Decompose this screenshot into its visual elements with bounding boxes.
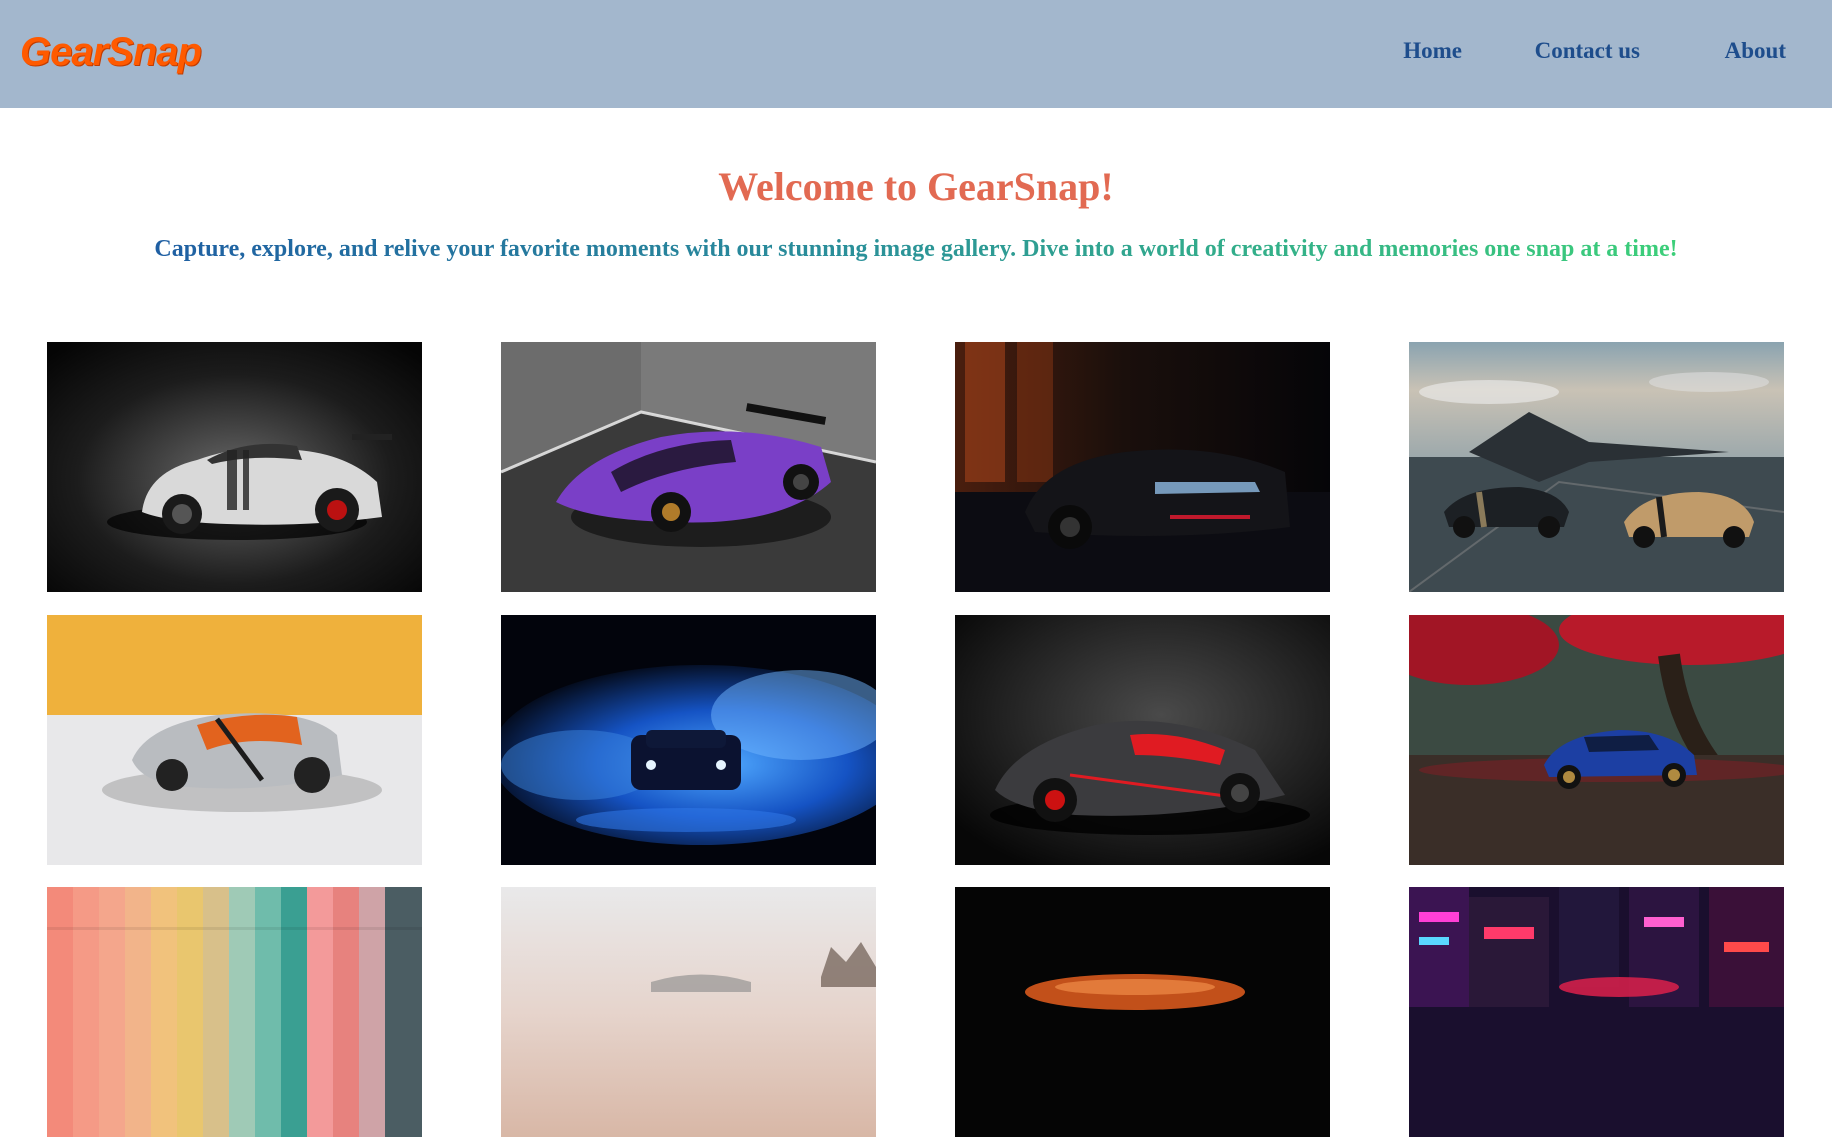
ford-gt-photo xyxy=(47,615,422,865)
pastel-stripes-photo xyxy=(47,887,422,1137)
navbar: GearSnap Home Contact us About xyxy=(0,0,1832,108)
car-pale-sky-photo xyxy=(501,887,876,1137)
blue-smoke-muscle-car-photo xyxy=(501,615,876,865)
brand-logo[interactable]: GearSnap xyxy=(20,30,202,75)
gallery-image-ford-gt[interactable] xyxy=(47,615,422,865)
gallery-image-purple-lamborghini[interactable] xyxy=(501,342,876,592)
gallery-image-neon-street[interactable] xyxy=(1409,887,1784,1137)
gallery-image-pastel-stripes[interactable] xyxy=(47,887,422,1137)
nav-link-contact-us[interactable]: Contact us xyxy=(1535,38,1640,64)
gallery-image-bugattis-and-jet[interactable] xyxy=(1409,342,1784,592)
page-subtitle-text: Capture, explore, and relive your favori… xyxy=(154,236,1678,262)
neon-street-photo xyxy=(1409,887,1784,1137)
black-camaro-photo xyxy=(955,342,1330,592)
nav-link-about[interactable]: About xyxy=(1725,38,1786,64)
gallery-image-white-porsche[interactable] xyxy=(47,342,422,592)
aston-martin-valkyrie-photo xyxy=(955,615,1330,865)
bugattis-and-jet-photo xyxy=(1409,342,1784,592)
orange-car-black-photo xyxy=(955,887,1330,1137)
white-porsche-photo xyxy=(47,342,422,592)
gallery-image-aston-martin-valkyrie[interactable] xyxy=(955,615,1330,865)
page-title: Welcome to GearSnap! xyxy=(718,164,1114,209)
gallery-image-black-camaro[interactable] xyxy=(955,342,1330,592)
gallery-image-car-pale-sky[interactable] xyxy=(501,887,876,1137)
page-subtitle: Capture, explore, and relive your favori… xyxy=(0,236,1832,263)
gallery-image-orange-car-black[interactable] xyxy=(955,887,1330,1137)
gallery-image-blue-smoke-muscle-car[interactable] xyxy=(501,615,876,865)
nav-link-home[interactable]: Home xyxy=(1403,38,1462,64)
purple-lamborghini-photo xyxy=(501,342,876,592)
datsun-autumn-photo xyxy=(1409,615,1784,865)
gallery-image-datsun-autumn[interactable] xyxy=(1409,615,1784,865)
